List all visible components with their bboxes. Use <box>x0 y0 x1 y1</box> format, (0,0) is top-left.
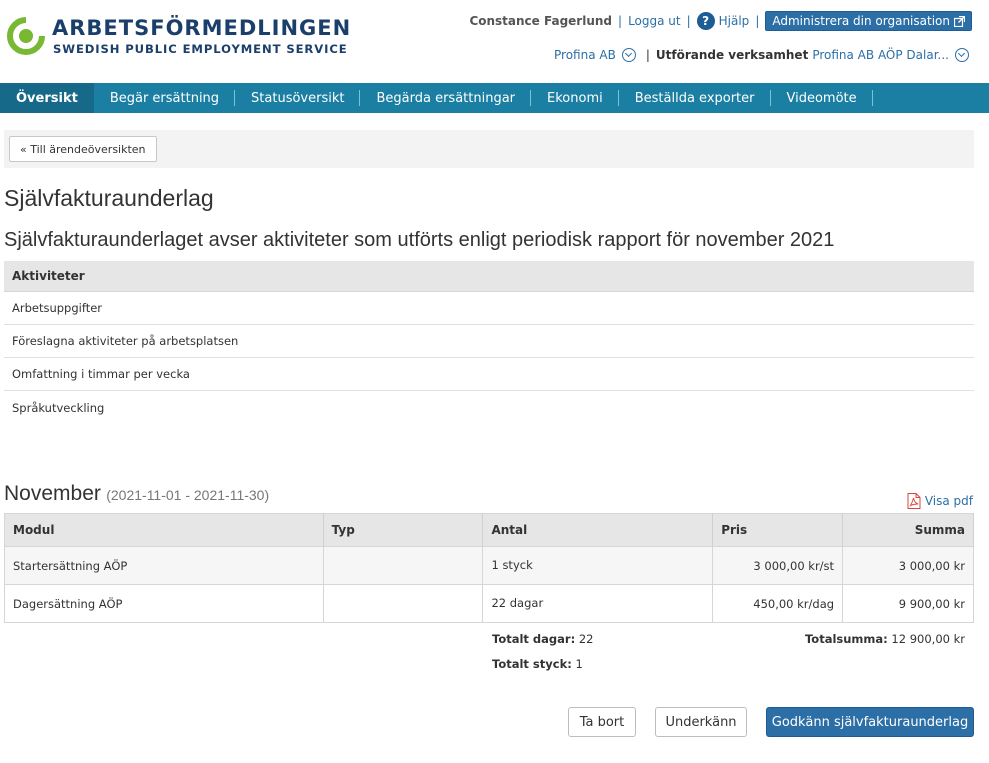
nav-oversikt[interactable]: Översikt <box>0 83 94 113</box>
logo-subtitle: SWEDISH PUBLIC EMPLOYMENT SERVICE <box>53 42 348 56</box>
pdf-icon <box>907 493 921 509</box>
show-pdf-link[interactable]: Visa pdf <box>907 493 973 509</box>
nav-videomote[interactable]: Videomöte <box>771 83 873 113</box>
modules-table: Modul Typ Antal Pris Summa Startersättni… <box>4 513 974 623</box>
divider: | <box>618 14 623 28</box>
nav-statusoversikt[interactable]: Statusöversikt <box>235 83 361 113</box>
period-month: November <box>4 482 101 505</box>
total-pieces-value: 1 <box>575 657 583 671</box>
col-modul: Modul <box>4 513 324 547</box>
main-nav: Översikt Begär ersättning Statusöversikt… <box>0 83 989 113</box>
logout-link[interactable]: Logga ut <box>628 14 681 28</box>
nav-begar-ersattning[interactable]: Begär ersättning <box>94 83 236 113</box>
period-range: (2021-11-01 - 2021-11-30) <box>106 487 270 503</box>
table-row: Dagersättning AÖP 22 dagar 450,00 kr/dag… <box>4 584 974 623</box>
divider: | <box>645 48 650 62</box>
col-typ: Typ <box>323 513 484 547</box>
page-title: Självfakturaunderlag <box>4 185 214 211</box>
site-header: ARBETSFÖRMEDLINGEN SWEDISH PUBLIC EMPLOY… <box>0 0 989 83</box>
total-pieces: Totalt styck: 1 <box>492 657 583 671</box>
cell-modul: Startersättning AÖP <box>4 546 324 585</box>
show-pdf-label: Visa pdf <box>924 494 973 508</box>
page-subtitle: Självfakturaunderlaget avser aktiviteter… <box>4 229 835 251</box>
nav-ekonomi[interactable]: Ekonomi <box>531 83 619 113</box>
divider: | <box>755 14 760 28</box>
total-pieces-label: Totalt styck: <box>492 657 572 671</box>
cell-summa: 9 900,00 kr <box>842 584 974 623</box>
list-item: Omfattning i timmar per vecka <box>4 358 974 391</box>
total-sum: Totalsumma: 12 900,00 kr <box>805 632 965 646</box>
chevron-down-icon[interactable] <box>621 48 636 62</box>
divider: | <box>686 14 691 28</box>
total-days-label: Totalt dagar: <box>492 632 576 646</box>
organization-select[interactable]: Profina AB <box>554 48 616 62</box>
cell-pris: 450,00 kr/dag <box>712 584 844 623</box>
admin-organization-button[interactable]: Administrera din organisation <box>765 11 972 31</box>
col-pris: Pris <box>712 513 844 547</box>
user-name: Constance Fagerlund <box>469 14 613 28</box>
col-summa: Summa <box>842 513 974 547</box>
admin-organization-label: Administrera din organisation <box>772 14 950 28</box>
cell-antal: 22 dagar <box>482 584 714 623</box>
nav-begarda-ersattningar[interactable]: Begärda ersättningar <box>360 83 531 113</box>
help-icon[interactable]: ? <box>696 12 715 30</box>
list-item: Föreslagna aktiviteter på arbetsplatsen <box>4 325 974 358</box>
logo[interactable]: ARBETSFÖRMEDLINGEN SWEDISH PUBLIC EMPLOY… <box>6 14 350 60</box>
logo-mark-icon <box>7 17 45 55</box>
help-link[interactable]: Hjälp <box>719 14 750 28</box>
cell-summa: 3 000,00 kr <box>842 546 974 585</box>
logo-name: ARBETSFÖRMEDLINGEN <box>52 16 352 40</box>
total-sum-value: 12 900,00 kr <box>891 632 965 646</box>
exec-select[interactable]: Profina AB AÖP Dalar... <box>812 48 949 62</box>
nav-bestallda-exporter[interactable]: Beställda exporter <box>619 83 771 113</box>
cell-antal: 1 styck <box>482 546 714 585</box>
user-bar: Constance Fagerlund | Logga ut | ? Hjälp… <box>469 11 972 31</box>
activities-table: Aktiviteter Arbetsuppgifter Föreslagna a… <box>4 261 974 424</box>
cell-typ <box>323 546 484 585</box>
exec-label: Utförande verksamhet <box>655 48 809 62</box>
back-bar: « Till ärendeöversikten <box>4 130 974 168</box>
reject-button[interactable]: Underkänn <box>655 707 747 737</box>
period-title: November (2021-11-01 - 2021-11-30) <box>4 482 269 506</box>
col-antal: Antal <box>482 513 714 547</box>
organization-bar: Profina AB | Utförande verksamhet Profin… <box>554 46 969 64</box>
cell-modul: Dagersättning AÖP <box>4 584 324 623</box>
table-header-row: Modul Typ Antal Pris Summa <box>4 513 974 547</box>
approve-button[interactable]: Godkänn självfakturaunderlag <box>766 707 974 737</box>
chevron-down-icon[interactable] <box>955 48 969 62</box>
external-link-icon <box>954 15 965 27</box>
activities-header: Aktiviteter <box>4 261 974 292</box>
back-to-overview-button[interactable]: « Till ärendeöversikten <box>9 136 157 162</box>
total-days: Totalt dagar: 22 <box>492 632 593 646</box>
list-item: Arbetsuppgifter <box>4 292 974 325</box>
total-sum-label: Totalsumma: <box>804 632 888 646</box>
table-row: Startersättning AÖP 1 styck 3 000,00 kr/… <box>4 546 974 585</box>
delete-button[interactable]: Ta bort <box>568 707 636 737</box>
list-item: Språkutveckling <box>12 400 105 415</box>
cell-typ <box>323 584 484 623</box>
total-days-value: 22 <box>578 632 594 646</box>
cell-pris: 3 000,00 kr/st <box>712 546 844 585</box>
